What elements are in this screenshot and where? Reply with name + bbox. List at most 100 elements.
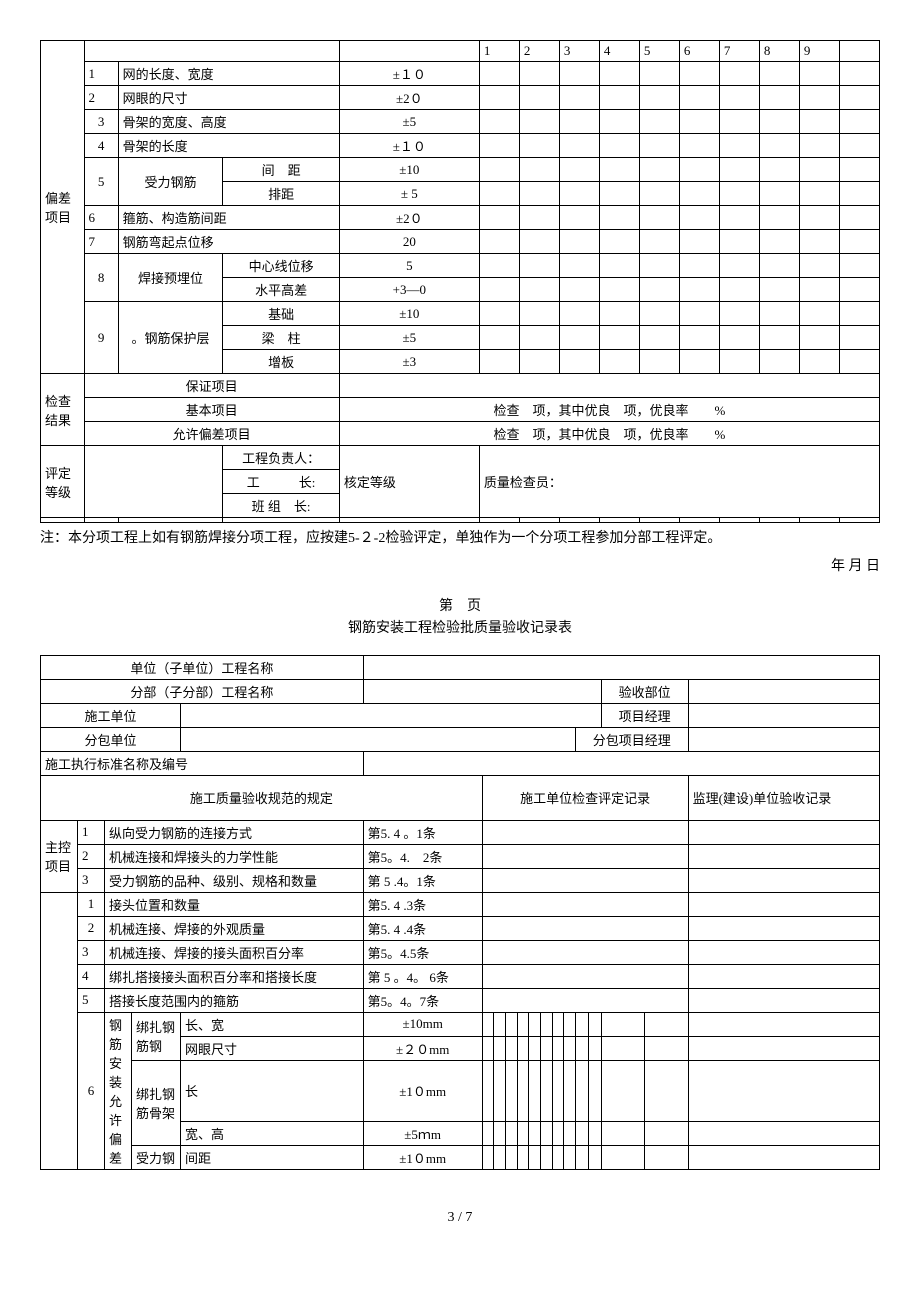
col-4: 4 [599,41,639,62]
check-value: 检查 项，其中优良 项，优良率 % [339,398,879,422]
reference: 第 5 .4。1条 [363,868,482,892]
group-label: 受力钢 [132,1145,181,1169]
field-label: 单位（子单位）工程名称 [41,655,364,679]
item-name: 间距 [181,1145,364,1169]
eval-signer: 班 组 长: [223,494,339,518]
reference: 第5。4. 2条 [363,844,482,868]
row-num: 1 [78,820,105,844]
tolerance: ±１０ [339,134,479,158]
section-label: 偏差项目 [41,41,85,374]
item-name: 机械连接和焊接头的力学性能 [105,844,364,868]
item-name: 接头位置和数量 [105,892,364,916]
eval-side: 质量检查员： [479,446,879,518]
row-num: 6 [84,206,118,230]
sub-item: 梁 柱 [223,326,339,350]
item-name: 搭接长度范围内的箍筋 [105,988,364,1012]
item-name: 网的长度、宽度 [118,62,339,86]
col-6: 6 [679,41,719,62]
tolerance: ±10 [339,158,479,182]
item-name: 受力钢筋的品种、级别、规格和数量 [105,868,364,892]
row-num: 2 [84,86,118,110]
item-name: 焊接预埋位 [118,254,223,302]
check-row: 允许偏差项目 [84,422,339,446]
tolerance: 20 [339,230,479,254]
tolerance: ±2０ [339,86,479,110]
col-3: 3 [559,41,599,62]
row-num: 3 [78,868,105,892]
row-num: 2 [78,844,105,868]
reference: 第5. 4 .3条 [363,892,482,916]
date-line: 年 月 日 [40,555,880,575]
field-label: 施工单位 [41,703,181,727]
tolerance: ± 5 [339,182,479,206]
eval-side: 核定等级 [339,446,479,518]
item-name: 机械连接、焊接的外观质量 [105,916,364,940]
eval-signer: 工 长: [223,470,339,494]
row-num: 5 [84,158,118,206]
row-num: 4 [78,964,105,988]
reference: 第 5 。4。 6条 [363,964,482,988]
tol-vlabel: 钢筋安装允许偏差 [105,1012,132,1169]
sub-item: 基础 [223,302,339,326]
field-label: 施工执行标准名称及编号 [41,751,364,775]
field-label: 验收部位 [601,679,688,703]
tolerance: ±1０mm [363,1060,482,1121]
group-label: 绑扎钢筋钢 [132,1012,181,1060]
tolerance: ±5 [339,326,479,350]
item-name: 绑扎搭接接头面积百分率和搭接长度 [105,964,364,988]
check-row: 基本项目 [84,398,339,422]
row-num: 1 [84,62,118,86]
item-name: 骨架的宽度、高度 [118,110,339,134]
sub-item: 增板 [223,350,339,374]
col-5: 5 [639,41,679,62]
item-name: 长 [181,1060,364,1121]
item-name: 机械连接、焊接的接头面积百分率 [105,940,364,964]
item-name: 网眼尺寸 [181,1036,364,1060]
row-num: 5 [78,988,105,1012]
col-8: 8 [759,41,799,62]
item-name: 网眼的尺寸 [118,86,339,110]
reference: 第5。4.5条 [363,940,482,964]
group-label: 绑扎钢筋骨架 [132,1060,181,1145]
reference: 第5. 4 .4条 [363,916,482,940]
col-7: 7 [719,41,759,62]
item-name: 箍筋、构造筋间距 [118,206,339,230]
sub-item: 中心线位移 [223,254,339,278]
row-num: 9 [84,302,118,374]
page-header: 第 页 [40,595,880,615]
eval-signer: 工程负责人： [223,446,339,470]
eval-label: 评定等级 [41,446,85,518]
item-name: 受力钢筋 [118,158,223,206]
tolerance: ±１０ [339,62,479,86]
col-header: 施工单位检查评定记录 [482,775,688,820]
item-name: 钢筋弯起点位移 [118,230,339,254]
reference: 第5. 4 。1条 [363,820,482,844]
col-1: 1 [479,41,519,62]
tolerance: ±２０mm [363,1036,482,1060]
sub-item: 间 距 [223,158,339,182]
check-row: 保证项目 [84,374,339,398]
item-name: 宽、高 [181,1121,364,1145]
col-header: 监理(建设)单位验收记录 [688,775,879,820]
col-9: 9 [799,41,839,62]
tolerance: +3—0 [339,278,479,302]
row-num: 3 [78,940,105,964]
tolerance: 5 [339,254,479,278]
zk-label: 主控项目 [41,820,78,892]
item-name: 纵向受力钢筋的连接方式 [105,820,364,844]
field-label: 分包单位 [41,727,181,751]
sub-item: 排距 [223,182,339,206]
row-num: 8 [84,254,118,302]
reference: 第5。4。7条 [363,988,482,1012]
item-name: 长、宽 [181,1012,364,1036]
field-label: 项目经理 [601,703,688,727]
tolerance: ±10mm [363,1012,482,1036]
col-2: 2 [519,41,559,62]
col-header: 施工质量验收规范的规定 [41,775,483,820]
tolerance: ±5ｍm [363,1121,482,1145]
field-label: 分部（子分部）工程名称 [41,679,364,703]
deviation-table: 偏差项目 1 2 3 4 5 6 7 8 9 1 网的长度、宽度 ±１０ 2 网… [40,40,880,523]
sub-item: 水平高差 [223,278,339,302]
row-num: 3 [84,110,118,134]
note-text: 注：本分项工程上如有钢筋焊接分项工程，应按建5-２-2检验评定，单独作为一个分项… [40,529,880,549]
